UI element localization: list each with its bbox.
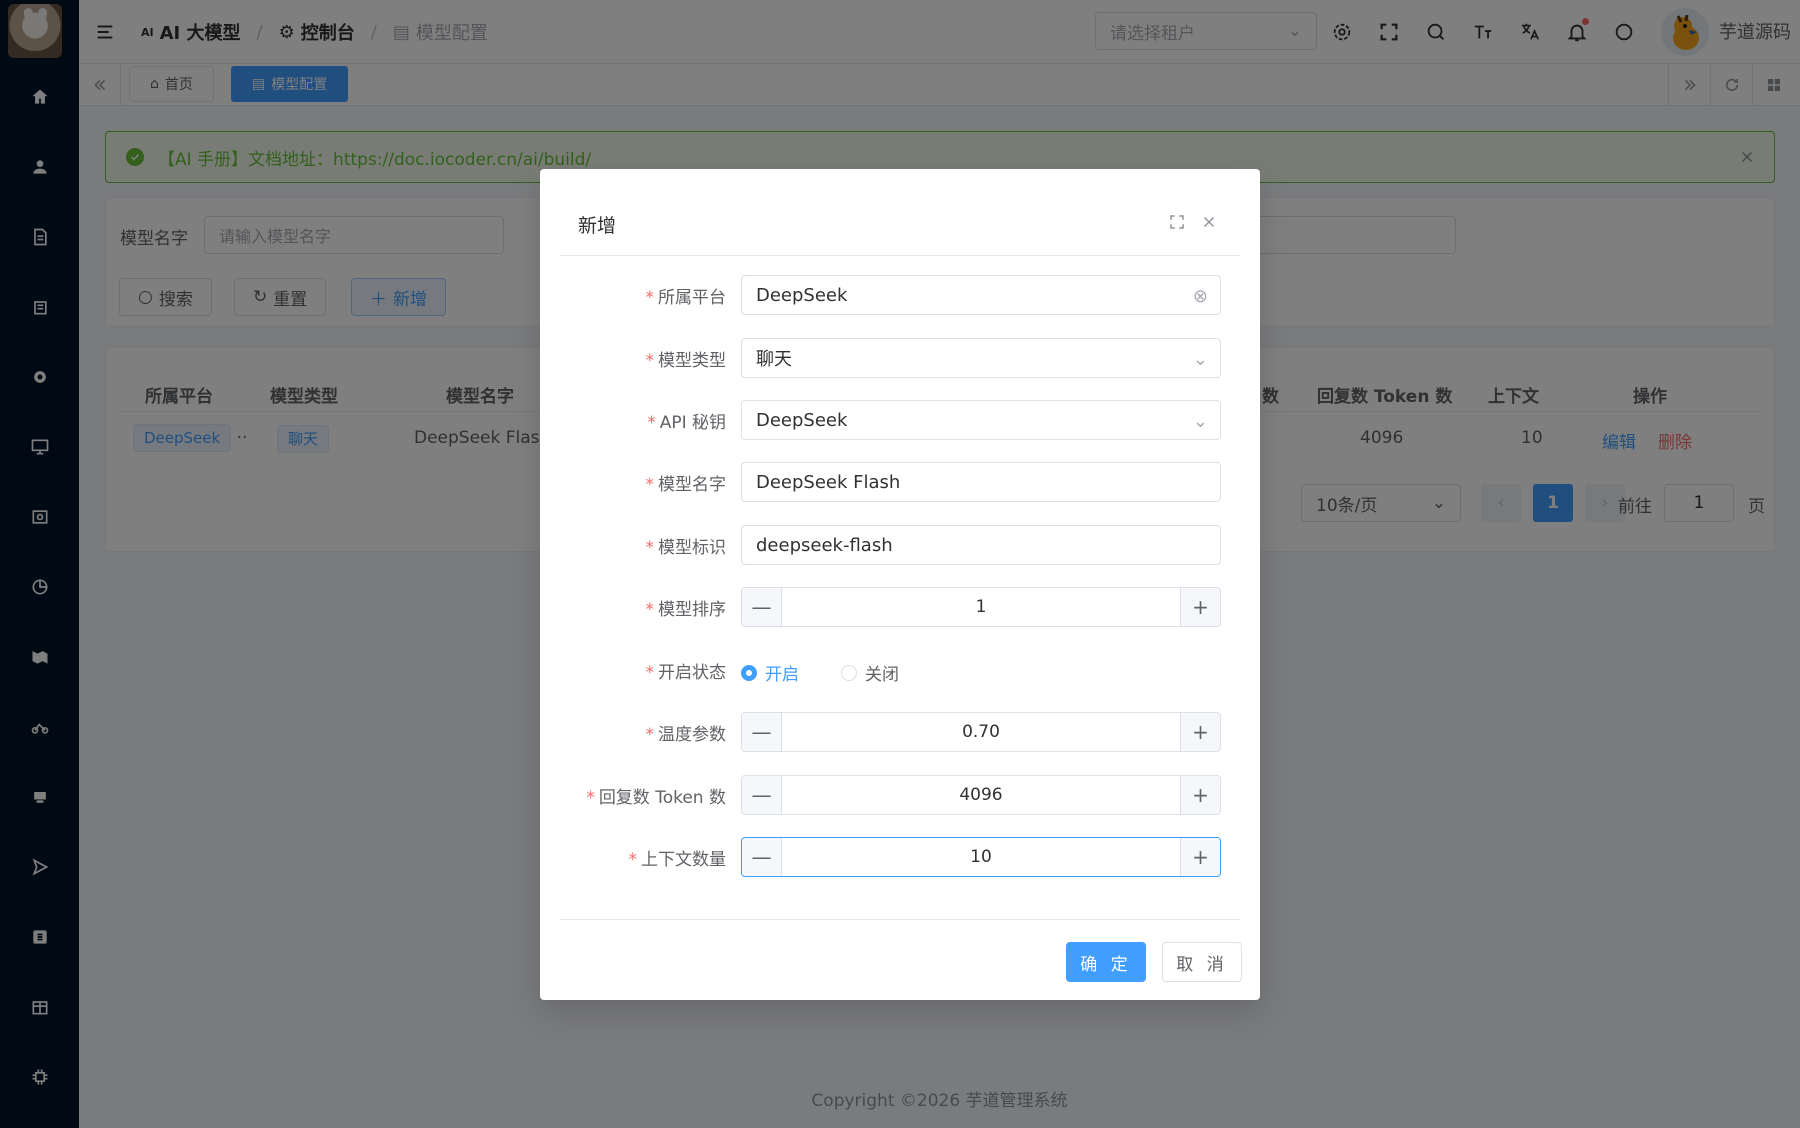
form-item-max-contexts: * 上下文数量 —10 + xyxy=(540,837,1260,877)
plus-button[interactable]: + xyxy=(1180,838,1220,876)
cancel-button[interactable]: 取 消 xyxy=(1162,942,1242,982)
minus-button[interactable]: — xyxy=(742,713,782,751)
form-item-type: * 模型类型 聊天 ⌄ xyxy=(540,338,1260,378)
api-key-select[interactable]: DeepSeek ⌄ xyxy=(741,400,1221,440)
plus-button[interactable]: + xyxy=(1180,776,1220,814)
model-type-select[interactable]: 聊天 ⌄ xyxy=(741,338,1221,378)
status-radio-off[interactable]: 关闭 xyxy=(841,660,899,685)
form-item-model: * 模型标识 deepseek-flash xyxy=(540,525,1260,565)
temperature-stepper: —0.70 + xyxy=(741,712,1221,752)
max-contexts-value[interactable]: 10 xyxy=(782,847,1180,867)
confirm-button[interactable]: 确 定 xyxy=(1066,942,1146,982)
form-item-status: * 开启状态 开启 关闭 xyxy=(540,650,1260,690)
minus-button[interactable]: — xyxy=(742,838,782,876)
plus-button[interactable]: + xyxy=(1180,588,1220,626)
form-item-api-key: * API 秘钥 DeepSeek ⌄ xyxy=(540,400,1260,440)
minus-button[interactable]: — xyxy=(742,776,782,814)
form-item-temperature: * 温度参数 —0.70 + xyxy=(540,712,1260,752)
sort-stepper: —1 + xyxy=(741,587,1221,627)
dialog-divider xyxy=(560,255,1240,256)
dialog-title: 新增 xyxy=(578,215,617,237)
form-item-sort: * 模型排序 —1 + xyxy=(540,587,1260,627)
max-tokens-stepper: —4096 + xyxy=(741,775,1221,815)
max-tokens-value[interactable]: 4096 xyxy=(782,785,1180,805)
max-contexts-stepper: —10 + xyxy=(741,837,1221,877)
form-item-platform: * 所属平台 DeepSeek ⊗ xyxy=(540,275,1260,315)
sort-value[interactable]: 1 xyxy=(782,597,1180,617)
radio-dot xyxy=(841,664,857,681)
add-model-dialog: 新增 * 所属平台 DeepSeek ⊗ * 模型类型 聊天 ⌄ * API 秘钥 Dee… xyxy=(540,169,1260,1000)
platform-select[interactable]: DeepSeek ⊗ xyxy=(741,275,1221,315)
clear-circle-icon[interactable]: ⊗ xyxy=(1193,286,1208,307)
temperature-value[interactable]: 0.70 xyxy=(782,722,1180,742)
model-id-field[interactable]: deepseek-flash xyxy=(741,525,1221,565)
dialog-footer-divider xyxy=(560,919,1240,920)
plus-button[interactable]: + xyxy=(1180,713,1220,751)
close-icon[interactable] xyxy=(1198,211,1220,233)
chevron-down-icon: ⌄ xyxy=(1192,411,1208,432)
form-item-name: * 模型名字 DeepSeek Flash xyxy=(540,462,1260,502)
radio-dot xyxy=(741,664,757,681)
minus-button[interactable]: — xyxy=(742,588,782,626)
status-radio-on[interactable]: 开启 xyxy=(741,660,799,685)
maximize-icon[interactable] xyxy=(1166,211,1188,233)
model-name-field[interactable]: DeepSeek Flash xyxy=(741,462,1221,502)
chevron-down-icon: ⌄ xyxy=(1192,349,1208,370)
form-item-max-tokens: * 回复数 Token 数 —4096 + xyxy=(540,775,1260,815)
